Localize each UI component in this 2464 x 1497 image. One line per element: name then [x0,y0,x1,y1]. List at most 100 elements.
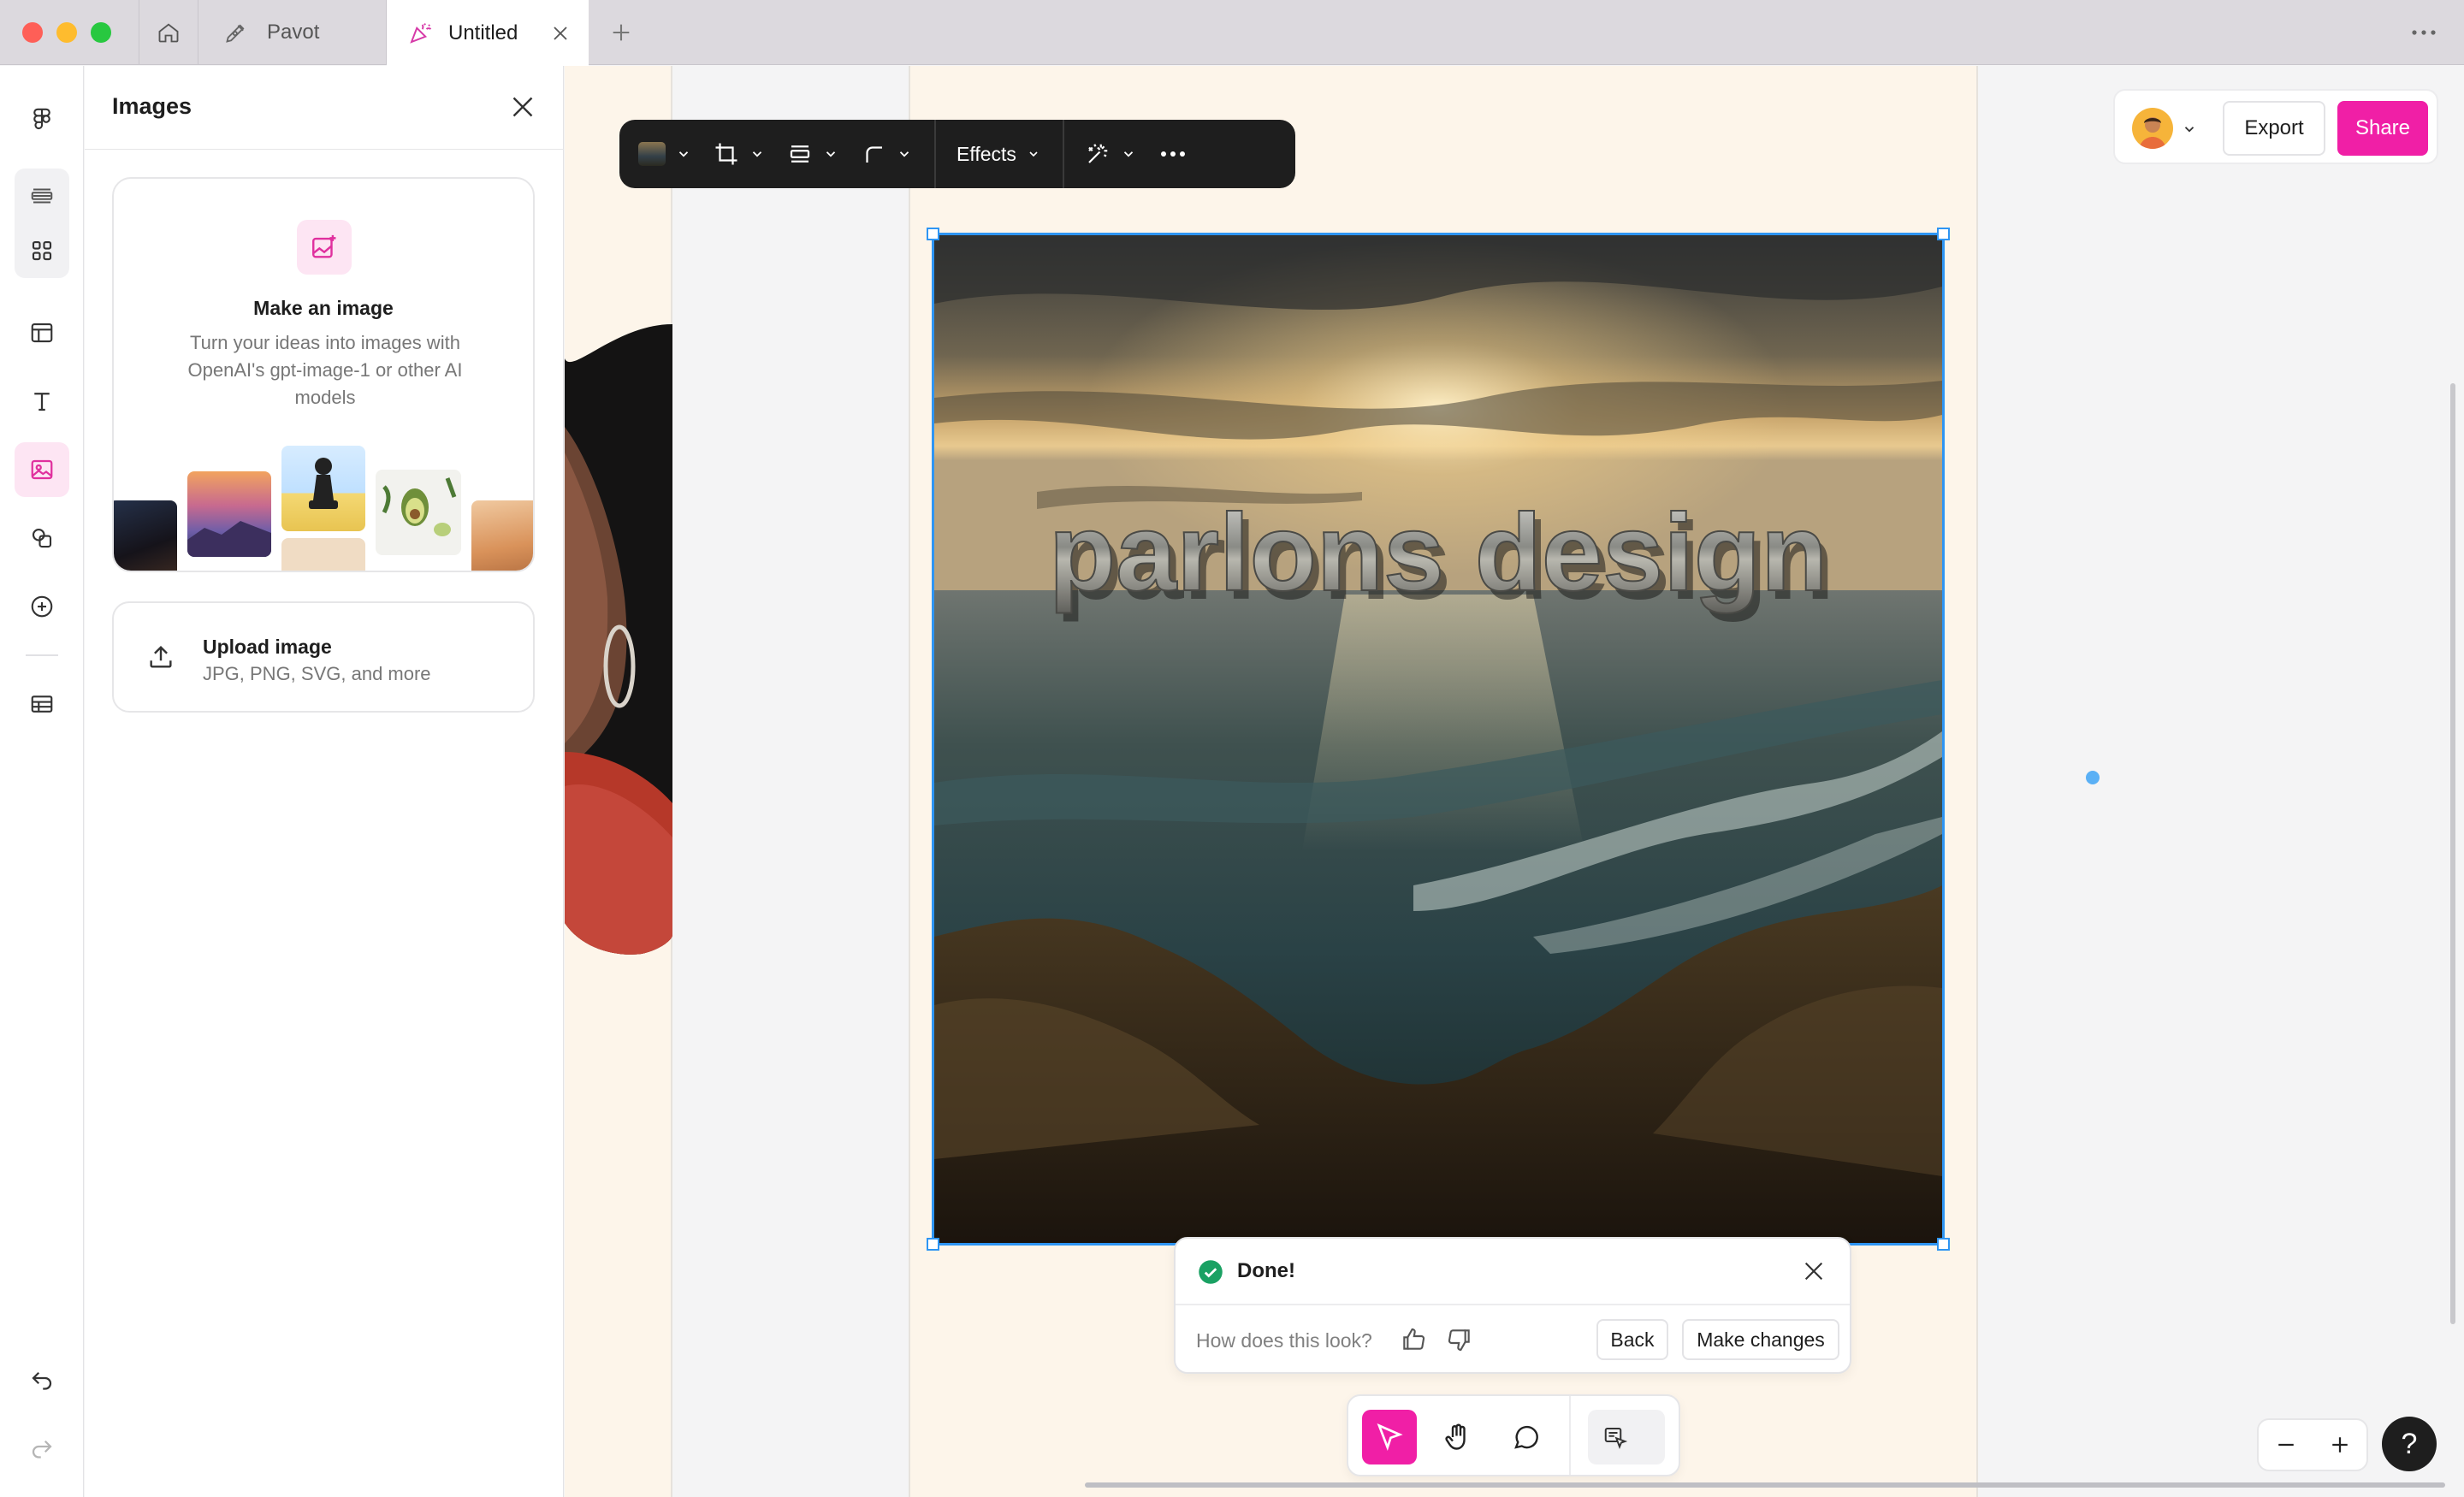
share-button[interactable]: Share [2337,101,2428,156]
thumbs-up-icon[interactable] [1400,1326,1427,1353]
resize-handle-top-left[interactable] [927,228,939,240]
tab-label: Pavot [267,21,320,44]
text-icon [29,388,55,414]
minimize-window-button[interactable] [56,22,77,43]
move-tool-button[interactable] [1362,1410,1417,1464]
chevron-down-icon [897,146,912,162]
zoom-controls [2257,1418,2368,1471]
resize-handle-top-right[interactable] [1937,228,1950,240]
ai-edit-dropdown[interactable] [1085,141,1136,167]
shapes-tool-button[interactable] [15,511,69,565]
home-icon [157,21,181,44]
tab-untitled[interactable]: Untitled [387,0,589,66]
close-window-button[interactable] [22,22,43,43]
rail-divider [26,654,58,656]
redo-icon [29,1434,55,1459]
crop-icon [714,141,739,167]
table-tool-button[interactable] [15,677,69,731]
magic-wand-icon [1085,141,1111,167]
vertical-scrollbar[interactable] [2450,383,2455,1324]
image-fill-dropdown[interactable] [638,142,691,166]
layers-icon [29,183,55,209]
plus-icon[interactable] [609,21,633,44]
align-icon [787,141,813,167]
make-image-description: Turn your ideas into images with OpenAI'… [187,332,463,408]
chevron-down-icon [1121,146,1136,162]
comment-icon [1511,1422,1542,1453]
confetti-icon [407,21,433,46]
feedback-question: How does this look? [1196,1329,1372,1352]
dev-mode-icon [1602,1424,1628,1450]
more-icon[interactable] [1158,141,1188,167]
feedback-header: Done! [1176,1239,1850,1305]
undo-button[interactable] [15,1351,69,1405]
portrait-image-partial[interactable] [565,324,672,957]
resize-handle-bottom-right[interactable] [1937,1238,1950,1251]
dev-mode-toggle[interactable] [1588,1410,1665,1464]
main-menu-button[interactable] [15,92,69,146]
collaborator-cursor-dot [2086,771,2100,784]
assets-button[interactable] [15,223,69,278]
make-image-title: Make an image [253,297,394,319]
upload-icon [146,642,175,672]
shapes-icon [29,525,55,551]
undo-icon [29,1365,55,1391]
make-changes-button[interactable]: Make changes [1682,1319,1839,1360]
help-button[interactable]: ? [2382,1417,2437,1471]
table-icon [29,691,55,717]
tool-rail [0,66,84,1497]
horizontal-scrollbar[interactable] [1085,1482,2445,1488]
align-dropdown[interactable] [787,141,838,167]
generation-feedback-popup: Done! How does this look? Back Make chan… [1174,1237,1851,1374]
sample-thumbnail-beige [281,538,365,571]
chevron-down-icon [749,146,765,162]
thumbs-down-icon[interactable] [1446,1326,1473,1353]
tab-pavot[interactable]: Pavot [198,0,387,65]
effects-label: Effects [957,142,1016,165]
image-tool-button[interactable] [15,442,69,497]
chevron-down-icon[interactable] [2182,121,2197,137]
avatar[interactable] [2132,108,2173,149]
frame-icon [29,320,55,346]
corner-radius-dropdown[interactable] [861,141,912,167]
add-button[interactable] [15,579,69,634]
upload-image-subtitle: JPG, PNG, SVG, and more [203,663,431,684]
minus-icon[interactable] [2273,1432,2299,1458]
sample-thumbnail-chess [281,446,365,531]
layers-button[interactable] [15,169,69,223]
image-overlay-text: parlons design [1049,492,1827,614]
hand-tool-button[interactable] [1430,1410,1485,1464]
text-tool-button[interactable] [15,374,69,429]
feedback-status: Done! [1237,1259,1295,1282]
share-bar: Export Share [2113,89,2438,164]
panel-header: Images [85,66,564,150]
tab-home[interactable] [139,0,198,65]
comment-tool-button[interactable] [1499,1410,1554,1464]
close-icon[interactable] [507,92,538,122]
toolbar-divider [934,120,936,188]
close-icon[interactable] [550,23,571,44]
sample-thumbnail-portrait [114,500,177,571]
frame-tool-button[interactable] [15,305,69,360]
image-fill-thumbnail [638,142,666,166]
hand-icon [1442,1422,1473,1453]
export-button[interactable]: Export [2223,101,2325,156]
bottom-tool-dock [1347,1394,1680,1476]
toolbar-divider [1062,120,1064,188]
back-button[interactable]: Back [1596,1319,1668,1360]
make-image-card[interactable]: Make an image Turn your ideas into image… [112,177,535,572]
upload-image-card[interactable]: Upload image JPG, PNG, SVG, and more [112,601,535,713]
more-icon[interactable] [2409,21,2438,44]
redo-button[interactable] [15,1419,69,1474]
plus-icon[interactable] [2327,1432,2353,1458]
corner-radius-icon [861,141,886,167]
close-icon[interactable] [1800,1257,1827,1285]
images-panel: Images Make an image Turn your ideas int… [85,66,564,1497]
crop-dropdown[interactable] [714,141,765,167]
selected-image[interactable]: parlons design parlons design [927,228,1950,1251]
resize-handle-bottom-left[interactable] [927,1238,939,1251]
effects-dropdown[interactable]: Effects [957,143,1040,166]
zoom-window-button[interactable] [91,22,111,43]
canvas-frame-left[interactable] [565,66,672,1497]
upload-image-title: Upload image [203,636,332,658]
